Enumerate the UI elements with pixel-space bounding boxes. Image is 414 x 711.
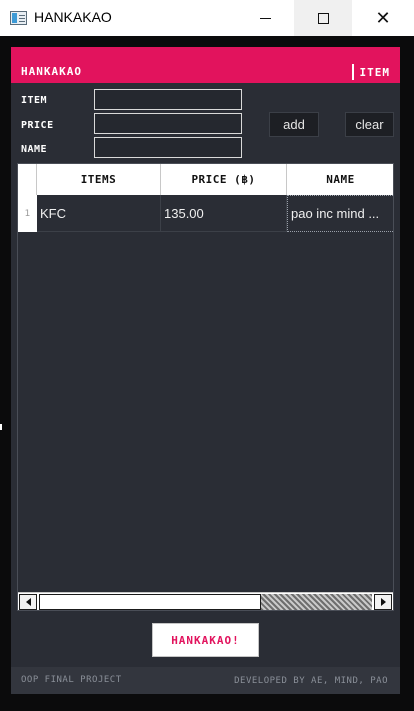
column-header-price[interactable]: PRICE (฿) bbox=[161, 164, 287, 195]
close-button[interactable]: ✕ bbox=[352, 0, 414, 36]
section-label[interactable]: ITEM bbox=[360, 66, 391, 79]
arrow-right-icon bbox=[380, 598, 386, 606]
scrollbar-thumb[interactable] bbox=[39, 594, 261, 610]
cell-name[interactable]: pao inc mind ... bbox=[287, 195, 393, 232]
row-number: 1 bbox=[18, 195, 37, 232]
footer-project-label: OOP FINAL PROJECT bbox=[21, 675, 122, 685]
minimize-button[interactable] bbox=[236, 0, 294, 36]
scrollbar-track[interactable] bbox=[261, 594, 372, 610]
name-input[interactable] bbox=[94, 137, 242, 158]
brand-title: HANKAKAO bbox=[21, 65, 82, 78]
resize-edge-mark bbox=[0, 424, 2, 430]
item-label: ITEM bbox=[21, 95, 48, 106]
cell-item[interactable]: KFC bbox=[37, 195, 161, 232]
app-header: HANKAKAO ITEM bbox=[11, 47, 400, 83]
add-button[interactable]: add bbox=[269, 112, 319, 137]
scroll-right-button[interactable] bbox=[374, 594, 392, 610]
footer-credits: DEVELOPED BY AE, MIND, PAO bbox=[234, 676, 388, 686]
hankakao-button[interactable]: HANKAKAO! bbox=[152, 623, 259, 657]
items-table[interactable]: ITEMS PRICE (฿) NAME 1 KFC 135.00 pao in… bbox=[17, 163, 394, 611]
horizontal-scrollbar[interactable] bbox=[18, 592, 393, 610]
table-row[interactable]: 1 KFC 135.00 pao inc mind ... bbox=[18, 195, 393, 232]
price-label: PRICE bbox=[21, 120, 54, 131]
app-window-icon bbox=[10, 11, 27, 25]
window-title: HANKAKAO bbox=[34, 9, 112, 25]
close-icon: ✕ bbox=[375, 7, 391, 28]
maximize-button[interactable] bbox=[294, 0, 352, 36]
section-indicator: ITEM bbox=[351, 64, 391, 80]
price-input[interactable] bbox=[94, 113, 242, 134]
header-divider bbox=[351, 64, 354, 80]
cell-price[interactable]: 135.00 bbox=[161, 195, 287, 232]
table-corner-header bbox=[18, 164, 37, 195]
column-header-name[interactable]: NAME bbox=[287, 164, 393, 195]
app-panel: HANKAKAO ITEM ITEM PRICE NAME add clear … bbox=[11, 47, 400, 694]
footer-bar: OOP FINAL PROJECT DEVELOPED BY AE, MIND,… bbox=[11, 667, 400, 694]
scroll-left-button[interactable] bbox=[19, 594, 37, 610]
clear-button[interactable]: clear bbox=[345, 112, 394, 137]
window-title-bar: HANKAKAO ✕ bbox=[0, 0, 414, 36]
arrow-left-icon bbox=[25, 598, 31, 606]
column-header-items[interactable]: ITEMS bbox=[37, 164, 161, 195]
minimize-icon bbox=[259, 17, 271, 19]
item-input[interactable] bbox=[94, 89, 242, 110]
maximize-icon bbox=[317, 12, 329, 24]
name-label: NAME bbox=[21, 144, 48, 155]
